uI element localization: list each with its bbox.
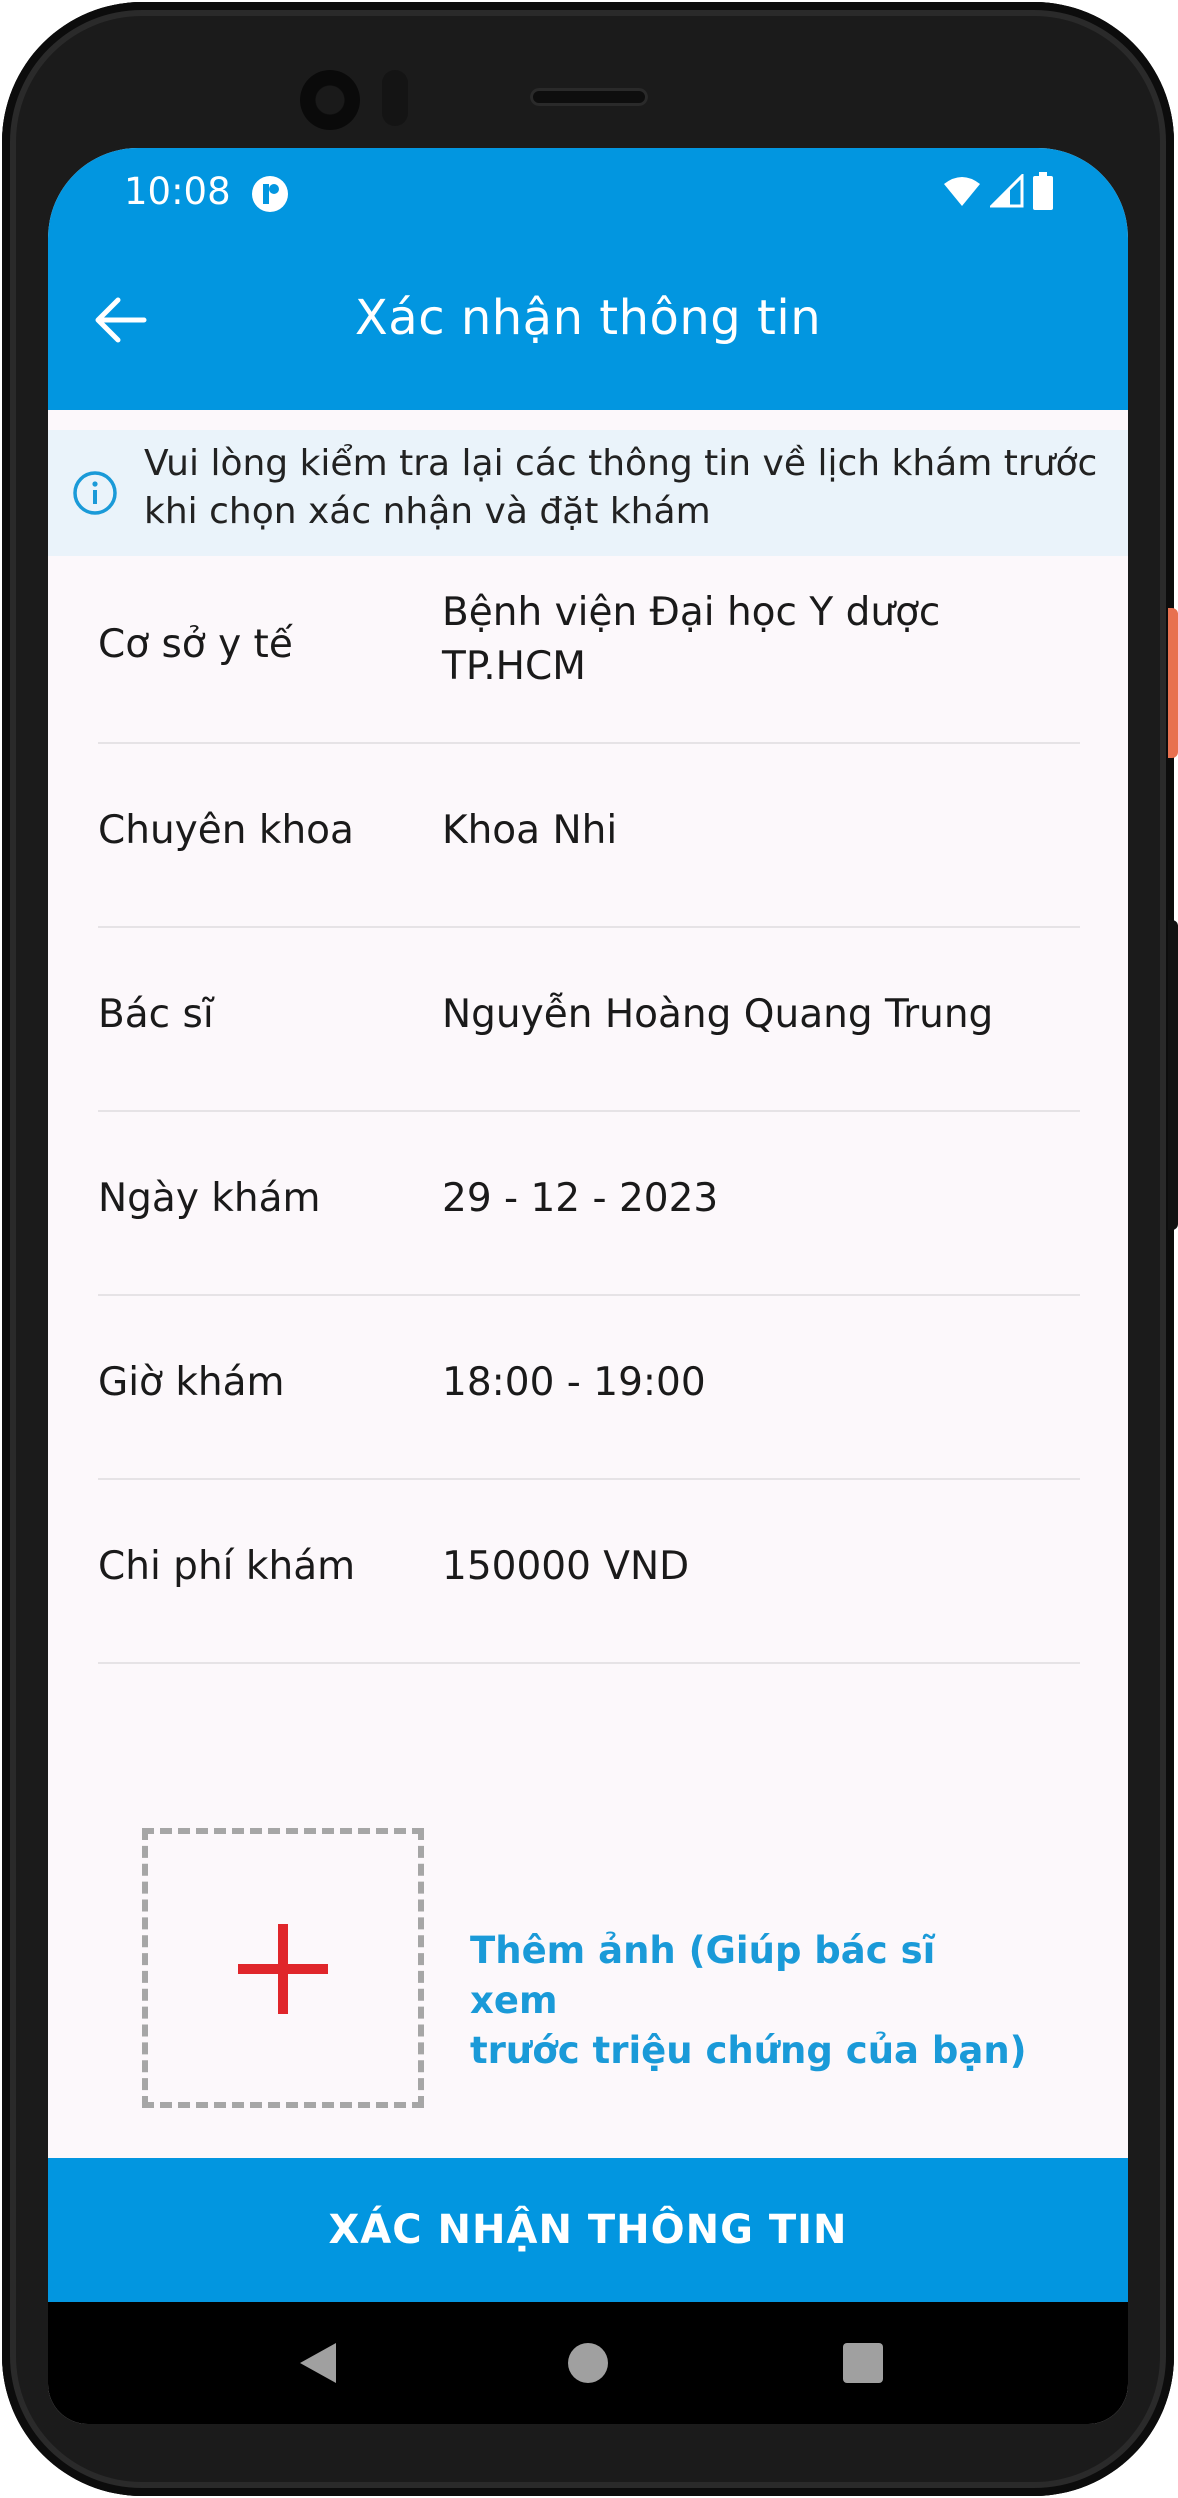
add-photo-button[interactable] (142, 1828, 424, 2108)
app-bar: 10:08 Xác nhận thông tin (48, 148, 1128, 410)
proximity-sensor (382, 70, 408, 126)
nav-recents-button[interactable] (828, 2328, 898, 2398)
detail-value: Khoa Nhi (442, 808, 618, 853)
cellular-signal-icon (990, 174, 1024, 208)
detail-label: Chuyên khoa (98, 808, 354, 853)
phone-frame: 10:08 Xác nhận thông tin Vui lòng kiểm t… (2, 2, 1174, 2496)
info-icon (73, 471, 117, 515)
system-nav-bar (48, 2302, 1128, 2424)
detail-value: 29 - 12 - 2023 (442, 1176, 719, 1221)
add-photo-hint[interactable]: Thêm ảnh (Giúp bác sĩ xem trước triệu ch… (470, 1926, 1030, 2076)
detail-value: Bệnh viện Đại học Y dược TP.HCM (442, 590, 941, 689)
notice-text: Vui lòng kiểm tra lại các thông tin về l… (144, 443, 1098, 532)
detail-label: Cơ sở y tế (98, 622, 293, 667)
front-camera (300, 70, 360, 130)
triangle-back-icon (300, 2343, 336, 2383)
wifi-icon (944, 177, 980, 206)
detail-label: Giờ khám (98, 1360, 285, 1405)
detail-label: Bác sĩ (98, 992, 214, 1037)
earpiece-speaker (530, 88, 648, 106)
info-notice: Vui lòng kiểm tra lại các thông tin về l… (48, 430, 1128, 556)
confirm-info-button[interactable]: XÁC NHẬN THÔNG TIN (48, 2158, 1128, 2302)
detail-value: 150000 VND (442, 1544, 690, 1589)
page-title: Xác nhận thông tin (354, 290, 822, 346)
detail-label: Chi phí khám (98, 1544, 356, 1589)
nav-back-button[interactable] (282, 2328, 352, 2398)
app-notification-icon (252, 176, 288, 212)
circle-home-icon (568, 2343, 608, 2383)
battery-icon (1033, 172, 1053, 210)
volume-button (1168, 920, 1178, 1230)
nav-home-button[interactable] (553, 2328, 623, 2398)
status-icons (942, 172, 1054, 210)
square-recents-icon (843, 2343, 883, 2383)
detail-row-facility: Cơ sở y tế Bệnh viện Đại học Y dược TP.H… (98, 556, 1080, 744)
detail-row-time: Giờ khám 18:00 - 19:00 (98, 1296, 1080, 1480)
power-button (1168, 608, 1178, 758)
detail-row-fee: Chi phí khám 150000 VND (98, 1480, 1080, 1664)
detail-label: Ngày khám (98, 1176, 321, 1221)
detail-value: 18:00 - 19:00 (442, 1360, 706, 1405)
detail-value: Nguyễn Hoàng Quang Trung (442, 992, 994, 1037)
detail-row-doctor: Bác sĩ Nguyễn Hoàng Quang Trung (98, 928, 1080, 1112)
plus-icon (238, 1924, 328, 2014)
screen: 10:08 Xác nhận thông tin Vui lòng kiểm t… (48, 148, 1128, 2424)
detail-row-date: Ngày khám 29 - 12 - 2023 (98, 1112, 1080, 1296)
status-time: 10:08 (124, 170, 231, 213)
detail-row-specialty: Chuyên khoa Khoa Nhi (98, 744, 1080, 928)
